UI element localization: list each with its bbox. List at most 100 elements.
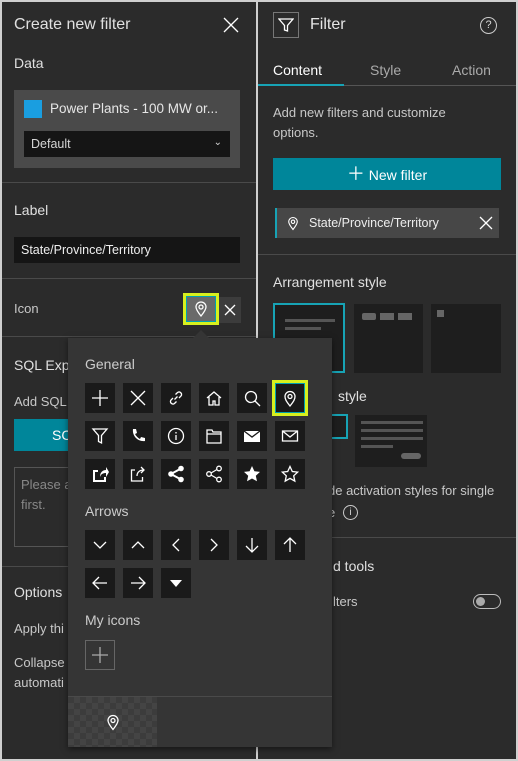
activation-option-button[interactable] [355,415,427,467]
data-heading: Data [14,55,44,71]
icon-option-share-nodes[interactable] [199,459,229,489]
add-my-icon-button[interactable] [85,640,115,670]
arrows-heading: Arrows [85,503,129,519]
apply-text: Apply thi [14,621,64,636]
share-nodes-filled-icon [168,465,184,483]
panel-title: Create new filter [14,16,131,33]
arrow-down-icon [245,538,259,553]
star-icon [281,465,299,483]
sql-heading: SQL Exp [14,357,70,373]
map-pin-icon [284,390,296,407]
close-icon [130,390,146,406]
activation-text: de activation styles for single [328,483,495,498]
filter-title: Filter [310,16,346,33]
arrangement-option-bar[interactable] [354,304,423,373]
filter-item-label: State/Province/Territory [309,216,439,230]
envelope-icon [281,430,299,442]
tab-content[interactable]: Content [273,62,322,78]
icon-option-share-nodes-filled[interactable] [161,459,191,489]
star-filled-icon [244,466,260,482]
chevron-down-icon: ⌄ [213,137,222,148]
data-source-card: Power Plants - 100 MW or... Default ⌄ [14,90,240,168]
active-tab-indicator [258,84,344,86]
icon-option-arrow-down[interactable] [237,530,267,560]
info-icon[interactable]: i [343,505,358,520]
view-select-value: Default [31,137,71,151]
tab-action[interactable]: Action [452,62,491,78]
icon-option-star-filled[interactable] [237,459,267,489]
chevron-down-icon [93,541,107,549]
layer-icon [24,100,42,118]
collapse-text: Collapse [14,655,65,670]
icon-option-caret-down[interactable] [161,568,191,598]
share-nodes-icon [206,465,222,483]
phone-icon [132,429,145,442]
icon-option-phone[interactable] [123,421,153,451]
filters-toggle-label: lters [333,594,358,609]
icon-option-arrow-up[interactable] [275,530,305,560]
icon-select-button[interactable] [183,293,219,325]
new-filter-button[interactable]: ＋ New filter [273,158,501,190]
description: Add new filters and customize options. [273,105,446,140]
icon-option-envelope[interactable] [275,421,305,451]
share-filled-icon [93,467,109,482]
icon-option-share-filled[interactable] [85,459,115,489]
icon-picker-popover: General Arrows My icons [68,330,332,747]
folder-icon [206,429,222,444]
icon-option-chevron-down[interactable] [85,530,115,560]
icon-option-arrow-left[interactable] [85,568,115,598]
icon-option-filter[interactable] [85,421,115,451]
icon-option-envelope-filled[interactable] [237,421,267,451]
general-heading: General [85,356,135,372]
icon-option-info[interactable] [161,421,191,451]
close-icon[interactable] [222,16,240,34]
filter-list-item[interactable]: State/Province/Territory [275,208,499,238]
filter-icon [91,428,109,445]
arrow-up-icon [283,537,297,552]
icon-preview [68,697,157,747]
tab-style[interactable]: Style [370,62,401,78]
icon-option-map-pin[interactable] [272,380,308,416]
arrow-right-icon [131,576,146,590]
arrangement-option-popper[interactable] [431,304,501,373]
filter-icon [273,12,299,38]
icon-option-close[interactable] [123,383,153,413]
icon-option-arrow-right[interactable] [123,568,153,598]
link-icon [169,391,183,405]
icon-option-star[interactable] [275,459,305,489]
clear-icon-button[interactable] [219,297,241,323]
info-icon [167,427,185,445]
remove-filter-icon[interactable] [479,216,493,230]
help-icon[interactable]: ? [480,17,497,34]
chevron-right-icon [210,538,218,552]
icon-label: Icon [14,301,39,316]
filters-toggle[interactable] [473,594,501,609]
share-icon [130,466,145,482]
icon-option-chevron-left[interactable] [161,530,191,560]
plus-icon [92,390,108,406]
options-heading: Options [14,584,63,600]
label-input[interactable]: State/Province/Territory [14,237,240,263]
icon-option-folder[interactable] [199,421,229,451]
icon-option-share[interactable] [123,459,153,489]
home-icon [206,391,222,406]
caret-down-icon [170,580,182,587]
chevron-left-icon [172,538,180,552]
icon-option-chevron-right[interactable] [199,530,229,560]
icon-option-link[interactable] [161,383,191,413]
chevron-up-icon [131,541,145,549]
view-select[interactable]: Default ⌄ [24,131,230,157]
popover-arrow [192,330,210,339]
label-heading: Label [14,202,49,218]
icon-option-plus[interactable] [85,383,115,413]
icon-option-search[interactable] [237,383,267,413]
layer-name: Power Plants - 100 MW or... [50,101,219,116]
search-icon [244,390,261,407]
collapse-text-2: automati [14,675,64,690]
my-icons-heading: My icons [85,612,141,628]
map-pin-icon [287,216,299,231]
icon-option-home[interactable] [199,383,229,413]
map-pin-icon [106,714,119,731]
tools-heading: d tools [333,558,375,574]
icon-option-chevron-up[interactable] [123,530,153,560]
